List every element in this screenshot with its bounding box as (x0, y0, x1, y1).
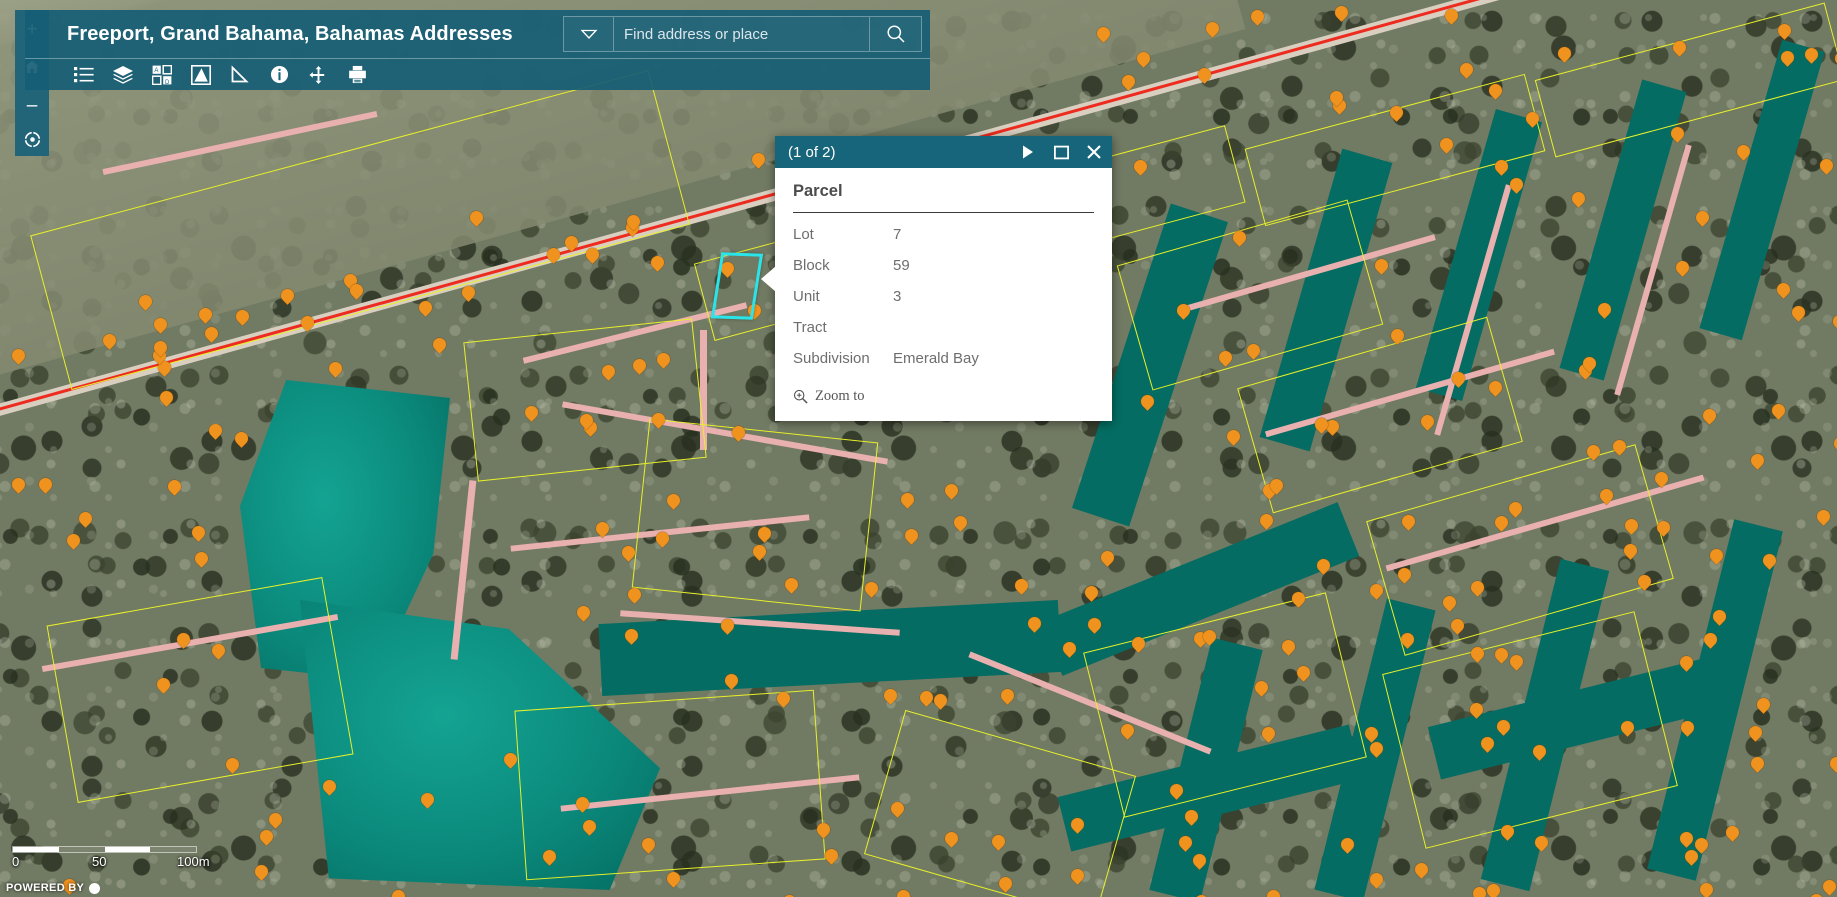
page-title: Freeport, Grand Bahama, Bahamas Addresse… (25, 23, 513, 46)
table-row: Tract (793, 312, 1094, 343)
attribute-value: Emerald Bay (881, 343, 1094, 374)
scale-label-start: 0 (12, 854, 19, 869)
popup-footer: Zoom to (775, 374, 1112, 421)
popup-close-button[interactable] (1086, 144, 1102, 160)
esri-logo-icon (89, 883, 100, 894)
zoom-out-button[interactable]: – (15, 86, 49, 124)
close-icon (1087, 145, 1101, 159)
scale-segment (59, 847, 105, 852)
basemap-gallery-button[interactable]: A D (151, 64, 173, 86)
parcel-boundary[interactable] (632, 418, 879, 611)
about-button[interactable] (268, 64, 290, 86)
zoom-to-link[interactable]: Zoom to (793, 388, 865, 405)
legend-button[interactable] (73, 64, 95, 86)
print-button[interactable] (346, 64, 368, 86)
map-application: + – Freeport, Grand Bahama, Bahamas Addr… (0, 0, 1837, 897)
chevron-down-icon (580, 28, 598, 40)
popup-pointer (761, 266, 776, 292)
attribute-value (881, 312, 1094, 343)
popup-feature-title: Parcel (793, 182, 1094, 212)
search-input[interactable] (614, 17, 869, 51)
share-button[interactable] (307, 64, 329, 86)
scale-bar-track (12, 846, 197, 853)
scale-segment (105, 847, 151, 852)
table-row: Block59 (793, 250, 1094, 281)
scale-bar-labels: 0 50 100m (12, 854, 212, 870)
attribution-text: POWERED BY (6, 882, 84, 894)
feature-popup: (1 of 2) (775, 136, 1112, 421)
basemap-grid-icon: A D (152, 65, 172, 85)
scale-label-end: 100m (177, 854, 210, 869)
table-row: SubdivisionEmerald Bay (793, 343, 1094, 374)
locate-button[interactable] (15, 122, 49, 156)
play-next-icon (1022, 145, 1034, 159)
scale-label-mid: 50 (92, 854, 106, 869)
zoom-to-label: Zoom to (815, 388, 865, 405)
attribute-table: Lot7Block59Unit3TractSubdivisionEmerald … (793, 219, 1094, 374)
swipe-icon (191, 65, 211, 85)
popup-feature-count: (1 of 2) (788, 144, 836, 161)
svg-text:A: A (154, 68, 158, 74)
list-icon (74, 66, 94, 84)
info-icon (270, 65, 289, 84)
attribute-key: Block (793, 250, 881, 281)
attribute-key: Unit (793, 281, 881, 312)
maximize-icon (1054, 145, 1069, 160)
parcel-boundary[interactable] (514, 690, 825, 881)
attribution: POWERED BY (6, 882, 100, 894)
zoom-out-label: – (27, 96, 38, 115)
measure-triangle-icon (230, 65, 250, 85)
app-header: Freeport, Grand Bahama, Bahamas Addresse… (25, 10, 930, 58)
popup-actions (1020, 144, 1102, 160)
search-button[interactable] (869, 17, 921, 51)
measurement-button[interactable] (229, 64, 251, 86)
svg-text:D: D (165, 80, 170, 85)
popup-next-button[interactable] (1020, 144, 1036, 160)
print-icon (348, 65, 367, 84)
zoom-to-icon (793, 389, 808, 404)
widget-toolbar: A D (25, 58, 930, 90)
popup-divider (793, 212, 1094, 213)
popup-body: Parcel Lot7Block59Unit3TractSubdivisionE… (775, 168, 1112, 374)
search-icon (886, 24, 906, 44)
popup-maximize-button[interactable] (1053, 144, 1069, 160)
share-icon (309, 65, 328, 85)
locate-icon (23, 130, 42, 149)
search-widget (563, 16, 922, 52)
popup-header: (1 of 2) (775, 136, 1112, 168)
attribute-key: Tract (793, 312, 881, 343)
attribute-key: Subdivision (793, 343, 881, 374)
attribute-value: 7 (881, 219, 1094, 250)
map-canvas[interactable] (0, 0, 1837, 897)
table-row: Lot7 (793, 219, 1094, 250)
attribute-value: 59 (881, 250, 1094, 281)
swipe-button[interactable] (190, 64, 212, 86)
table-row: Unit3 (793, 281, 1094, 312)
scale-bar: 0 50 100m (12, 846, 212, 870)
attribute-value: 3 (881, 281, 1094, 312)
search-source-dropdown[interactable] (564, 17, 614, 51)
scale-segment (13, 847, 59, 852)
scale-segment (150, 847, 196, 852)
layers-icon (112, 65, 134, 85)
attribute-key: Lot (793, 219, 881, 250)
layer-list-button[interactable] (112, 64, 134, 86)
